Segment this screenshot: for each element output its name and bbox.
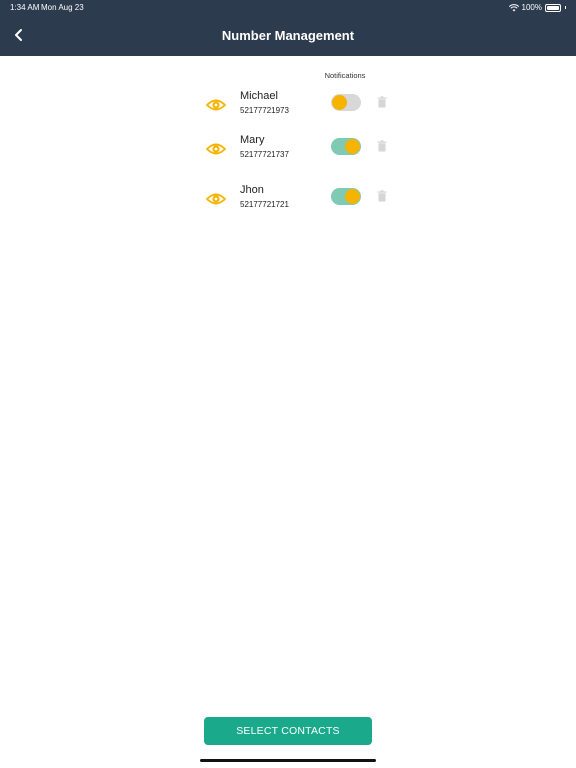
status-date: Mon Aug 23 — [41, 3, 84, 12]
trash-icon[interactable] — [377, 140, 387, 152]
notifications-column-header: Notifications — [324, 71, 366, 80]
eye-icon[interactable] — [206, 142, 226, 156]
select-contacts-button[interactable]: SELECT CONTACTS — [204, 717, 372, 745]
status-time: 1:34 AM — [10, 3, 40, 12]
contact-row-jhon: Jhon 52177721721 — [196, 184, 396, 218]
page-title: Number Management — [221, 28, 355, 43]
navigation-bar: 1:34 AM Mon Aug 23 100% Number Managemen… — [0, 0, 576, 56]
battery-icon — [545, 3, 561, 12]
home-indicator — [200, 759, 376, 762]
contact-phone: 52177721737 — [240, 150, 289, 159]
eye-icon[interactable] — [206, 192, 226, 206]
trash-icon[interactable] — [377, 96, 387, 108]
contact-row-michael: Michael 52177721973 — [196, 90, 396, 124]
notifications-toggle[interactable] — [331, 138, 361, 155]
toggle-knob — [345, 139, 360, 154]
battery-percent: 100% — [521, 3, 542, 12]
toggle-knob — [345, 189, 360, 204]
contact-row-mary: Mary 52177721737 — [196, 134, 396, 168]
contact-phone: 52177721973 — [240, 106, 289, 115]
status-indicators: 100% — [508, 3, 566, 12]
contact-name: Mary — [240, 134, 265, 146]
contact-name: Michael — [240, 90, 278, 102]
notifications-toggle[interactable] — [331, 94, 361, 111]
contact-phone: 52177721721 — [240, 200, 289, 209]
toggle-knob — [332, 95, 347, 110]
wifi-icon — [508, 3, 519, 11]
eye-icon[interactable] — [206, 98, 226, 112]
contact-name: Jhon — [240, 184, 264, 196]
trash-icon[interactable] — [377, 190, 387, 202]
notifications-toggle[interactable] — [331, 188, 361, 205]
